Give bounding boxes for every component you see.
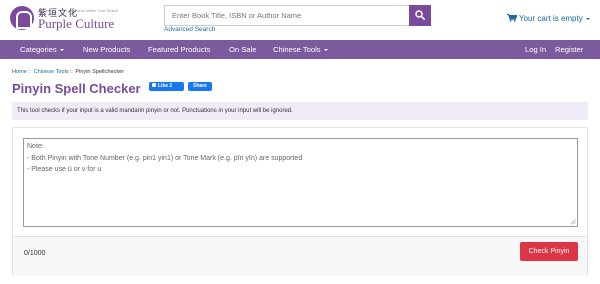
facebook-like-label: Like 2 xyxy=(158,83,173,89)
nav-item-label: Chinese Tools xyxy=(273,45,321,54)
register-link[interactable]: Register xyxy=(555,40,583,59)
cart-icon xyxy=(507,14,517,22)
breadcrumb: Home:: Chinese Tools:: Pinyin Spellcheck… xyxy=(12,69,124,75)
chevron-down-icon xyxy=(59,49,64,51)
facebook-share-button[interactable]: Share xyxy=(188,82,212,91)
chevron-down-icon xyxy=(323,49,328,51)
placeholder-line: Note: xyxy=(27,143,44,150)
login-link[interactable]: Log In xyxy=(525,40,546,59)
chevron-down-icon xyxy=(585,18,590,20)
breadcrumb-home[interactable]: Home xyxy=(12,69,27,75)
pinyin-textarea[interactable]: Note: - Both Pinyin with Tone Number (e.… xyxy=(23,138,578,227)
search-icon xyxy=(415,10,425,20)
facebook-like-button[interactable]: Like 2 xyxy=(149,82,184,91)
search-input[interactable] xyxy=(164,5,409,26)
nav-item-new-products[interactable]: New Products xyxy=(83,40,130,59)
main-nav: Categories New Products Featured Product… xyxy=(0,40,600,59)
advanced-search-link[interactable]: Advanced Search xyxy=(164,26,215,33)
nav-item-categories[interactable]: Categories xyxy=(20,40,64,59)
thumbs-up-icon xyxy=(152,83,156,87)
nav-item-label: New Products xyxy=(83,45,131,54)
nav-item-chinese-tools[interactable]: Chinese Tools xyxy=(273,40,328,59)
search-bar xyxy=(164,5,431,26)
placeholder-line: - Both Pinyin with Tone Number (e.g. pin… xyxy=(27,154,303,162)
placeholder-line: - Please use ü or v for u xyxy=(27,166,102,173)
breadcrumb-chinese-tools[interactable]: Chinese Tools xyxy=(34,69,69,75)
breadcrumb-separator: :: xyxy=(27,69,32,75)
logo-english-text: Purple Culture xyxy=(38,16,115,31)
card-footer: 0/1000 Check Pinyin xyxy=(13,236,587,276)
tool-description: This tool checks if your input is a vali… xyxy=(12,102,588,120)
site-header: 紫垣文化 A China Within Your Reach Purple Cu… xyxy=(0,0,600,40)
resize-handle-icon[interactable] xyxy=(570,219,576,225)
nav-item-label: On Sale xyxy=(229,45,257,54)
cart-label: Your cart is empty xyxy=(519,14,583,23)
nav-item-on-sale[interactable]: On Sale xyxy=(229,40,256,59)
breadcrumb-separator: :: xyxy=(69,69,73,75)
spell-checker-card: Note: - Both Pinyin with Tone Number (e.… xyxy=(12,127,588,276)
nav-item-label: Featured Products xyxy=(148,45,211,54)
page-title: Pinyin Spell Checker xyxy=(12,81,141,96)
nav-item-featured-products[interactable]: Featured Products xyxy=(148,40,210,59)
logo-tagline: A China Within Your Reach xyxy=(70,8,119,13)
nav-item-label: Categories xyxy=(20,45,57,54)
site-logo[interactable]: 紫垣文化 A China Within Your Reach Purple Cu… xyxy=(10,6,119,32)
character-counter: 0/1000 xyxy=(24,250,46,257)
cart-link[interactable]: Your cart is empty xyxy=(507,14,590,23)
check-pinyin-button[interactable]: Check Pinyin xyxy=(520,242,578,261)
logo-mark-icon xyxy=(10,6,34,30)
breadcrumb-current: Pinyin Spellchecker xyxy=(75,69,125,75)
search-button[interactable] xyxy=(409,5,431,26)
